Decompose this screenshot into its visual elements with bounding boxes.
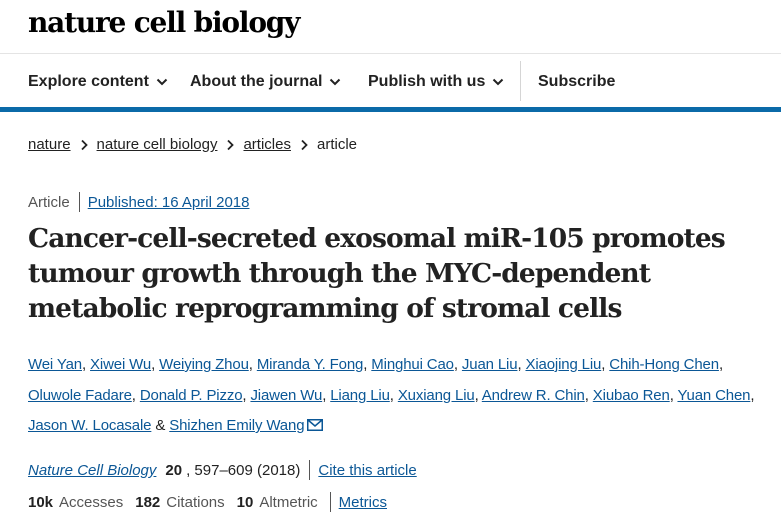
- breadcrumb-link-journal[interactable]: nature cell biology: [97, 136, 218, 153]
- author-link[interactable]: Andrew R. Chin: [482, 387, 585, 404]
- author-link[interactable]: Miranda Y. Fong: [257, 356, 364, 373]
- author-link[interactable]: Chih-Hong Chen: [609, 356, 719, 373]
- meta-divider: [78, 192, 80, 212]
- nav-label: About the journal: [190, 73, 323, 90]
- accesses-count: 10k: [28, 493, 54, 511]
- accesses-label: Accesses: [59, 493, 124, 511]
- altmetric-score: 10: [236, 493, 254, 511]
- breadcrumb-current: article: [316, 136, 357, 153]
- chevron-down-icon: [330, 78, 341, 86]
- citations-count: 182: [135, 493, 161, 511]
- author-separator: &: [151, 417, 170, 434]
- author-link[interactable]: Shizhen Emily Wang: [169, 417, 304, 434]
- author-link[interactable]: Minghui Cao: [371, 356, 454, 373]
- chevron-right-icon: [301, 139, 308, 150]
- article-meta: Article Published: 16 April 2018: [28, 192, 249, 212]
- nav-publish-with-us[interactable]: Publish with us: [368, 73, 504, 91]
- nav-label: Subscribe: [538, 73, 616, 90]
- breadcrumb-link-articles[interactable]: articles: [243, 136, 291, 153]
- author-separator: ,: [151, 356, 160, 373]
- metrics-link[interactable]: Metrics: [339, 494, 387, 511]
- mail-icon[interactable]: [307, 419, 324, 431]
- breadcrumb-link-nature[interactable]: nature: [28, 136, 71, 153]
- author-separator: ,: [131, 386, 140, 404]
- author-link[interactable]: Xiubao Ren: [593, 387, 670, 404]
- author-separator: ,: [389, 386, 398, 404]
- page-range: , 597–609 (2018): [186, 461, 301, 479]
- author-link[interactable]: Juan Liu: [462, 356, 518, 373]
- author-link[interactable]: Xiaojing Liu: [525, 356, 601, 373]
- author-separator: ,: [248, 356, 257, 373]
- chevron-down-icon: [493, 78, 504, 86]
- metrics-bar: 10k Accesses 182 Citations 10 Altmetric …: [28, 492, 387, 512]
- author-list: Wei Yan, Xiwei Wu, Weiying Zhou, Miranda…: [28, 350, 778, 442]
- author-separator: ,: [584, 386, 593, 404]
- article-type: Article: [28, 193, 70, 211]
- author-link[interactable]: Yuan Chen: [677, 387, 750, 404]
- author-separator: ,: [453, 356, 462, 373]
- author-link[interactable]: Xiwei Wu: [90, 356, 151, 373]
- citation-divider: [309, 460, 311, 480]
- nav-label: Explore content: [28, 73, 149, 90]
- author-link[interactable]: Weiying Zhou: [159, 356, 249, 373]
- author-link[interactable]: Jiawen Wu: [250, 387, 322, 404]
- journal-name-link[interactable]: Nature Cell Biology: [28, 462, 156, 479]
- header-accent-bar: [0, 107, 781, 112]
- nav-divider: [520, 61, 521, 101]
- chevron-right-icon: [80, 139, 88, 150]
- citations-label: Citations: [166, 493, 225, 511]
- nav-about-journal[interactable]: About the journal: [190, 73, 341, 91]
- author-link[interactable]: Donald P. Pizzo: [140, 387, 243, 404]
- metrics-divider: [329, 492, 331, 512]
- site-header: nature cell biology: [0, 0, 781, 54]
- chevron-right-icon: [227, 139, 235, 150]
- author-link[interactable]: Wei Yan: [28, 356, 82, 373]
- published-date-link[interactable]: Published: 16 April 2018: [88, 194, 250, 211]
- main-nav: Explore content About the journal Publis…: [0, 54, 781, 108]
- author-separator: ,: [81, 356, 91, 373]
- volume-number: 20: [165, 461, 183, 479]
- article-title: Cancer-cell-secreted exosomal miR-105 pr…: [28, 223, 726, 324]
- chevron-down-icon: [156, 78, 168, 86]
- nav-subscribe[interactable]: Subscribe: [538, 73, 615, 91]
- author-link[interactable]: Xuxiang Liu: [398, 387, 475, 404]
- author-separator: ,: [474, 386, 482, 404]
- author-link[interactable]: Jason W. Locasale: [28, 417, 152, 434]
- citation-line: Nature Cell Biology 20 , 597–609 (2018) …: [28, 460, 417, 480]
- author-link[interactable]: Oluwole Fadare: [28, 387, 132, 404]
- nav-label: Publish with us: [368, 73, 486, 90]
- cite-this-article-link[interactable]: Cite this article: [318, 462, 416, 479]
- nav-explore-content[interactable]: Explore content: [28, 73, 168, 91]
- author-separator: ,: [750, 386, 755, 404]
- journal-logo[interactable]: nature cell biology: [28, 6, 300, 39]
- author-separator: ,: [718, 356, 723, 373]
- altmetric-label: Altmetric: [259, 493, 318, 511]
- breadcrumb: nature nature cell biology articles arti…: [28, 136, 357, 153]
- author-link[interactable]: Liang Liu: [330, 387, 390, 404]
